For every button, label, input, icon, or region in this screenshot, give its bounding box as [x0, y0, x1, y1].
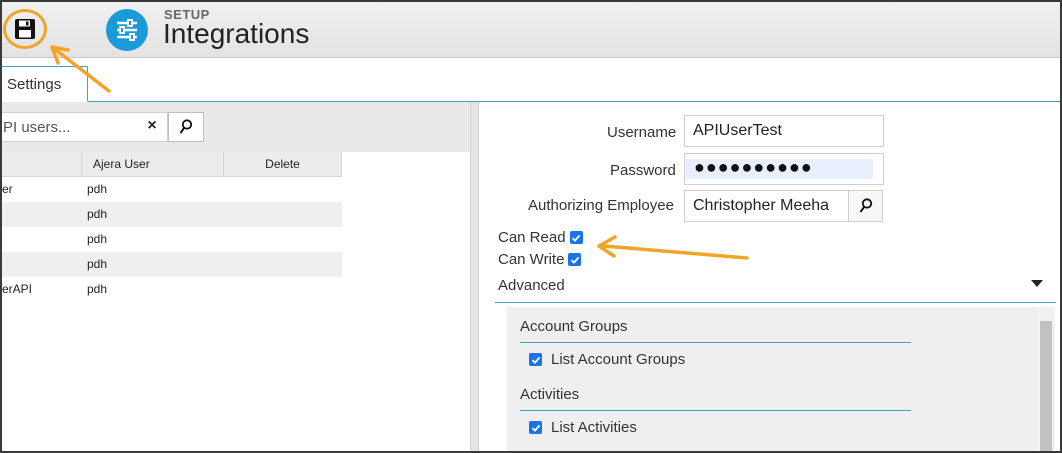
cell-name: er — [2, 182, 13, 196]
column-header-ajera-user[interactable]: Ajera User — [82, 152, 224, 176]
search-toolbar: × — [2, 102, 470, 152]
table-row[interactable]: pdh — [2, 227, 342, 252]
can-write-label: Can Write — [498, 251, 565, 268]
permission-checkbox[interactable] — [529, 421, 542, 434]
table-row[interactable]: pdh — [2, 202, 342, 227]
users-panel: × Ajera User Delete er pdh pdh — [2, 102, 470, 451]
cell-ajera-user: pdh — [87, 257, 108, 271]
caret-down-icon[interactable] — [1031, 280, 1043, 287]
cell-name: erAPI — [2, 282, 33, 296]
search-button[interactable] — [168, 112, 204, 142]
table-row[interactable]: erAPI pdh — [2, 277, 342, 302]
page-title: Integrations — [163, 18, 310, 49]
password-mask: ●●●●●●●●●● — [694, 157, 813, 177]
column-header-name[interactable] — [2, 152, 82, 176]
table-header: Ajera User Delete — [2, 152, 342, 177]
save-button[interactable] — [3, 9, 47, 49]
advanced-toggle[interactable]: Advanced — [498, 277, 565, 294]
can-read-label: Can Read — [498, 229, 566, 246]
permission-label: List Account Groups — [551, 351, 686, 368]
permission-item[interactable]: List Activities — [529, 419, 637, 436]
tab-bar: Settings — [2, 58, 1060, 102]
can-write-checkbox[interactable] — [568, 253, 582, 266]
checkmark-icon — [570, 256, 580, 264]
cell-delete[interactable] — [224, 277, 342, 302]
divider — [520, 342, 911, 343]
permission-checkbox[interactable] — [529, 353, 542, 366]
cell-name — [2, 252, 82, 277]
permission-label: List Activities — [551, 419, 637, 436]
cell-name — [2, 202, 82, 227]
cell-delete[interactable] — [224, 252, 342, 277]
group-title: Account Groups — [520, 318, 628, 335]
cell-delete[interactable] — [224, 202, 342, 227]
panel-splitter[interactable] — [470, 102, 479, 451]
cell-delete[interactable] — [224, 177, 342, 202]
employee-field[interactable] — [684, 190, 849, 222]
cell-ajera-user: pdh — [87, 232, 108, 246]
checkmark-icon — [531, 424, 540, 432]
sliders-icon — [106, 9, 148, 51]
table-row[interactable]: pdh — [2, 252, 342, 277]
search-icon — [859, 198, 872, 213]
column-header-delete[interactable]: Delete — [224, 152, 342, 176]
can-write-row: Can Write — [498, 251, 582, 268]
cell-ajera-user: pdh — [87, 182, 108, 196]
table-row[interactable]: er pdh — [2, 177, 342, 202]
permission-item[interactable]: List Account Groups — [529, 351, 685, 368]
floppy-disk-icon — [15, 19, 35, 39]
divider — [495, 302, 1056, 303]
app-window: SETUP Integrations Settings × Ajera User… — [0, 0, 1062, 453]
search-icon — [179, 119, 193, 134]
username-label: Username — [607, 124, 677, 141]
employee-label: Authorizing Employee — [528, 197, 674, 214]
page-header: SETUP Integrations — [2, 2, 1060, 58]
employee-lookup-button[interactable] — [848, 190, 883, 222]
tab-settings[interactable]: Settings — [2, 66, 88, 102]
users-table: Ajera User Delete er pdh pdh pdh pdh erA… — [2, 152, 342, 302]
clear-search-button[interactable]: × — [142, 115, 162, 137]
can-read-checkbox[interactable] — [569, 231, 583, 244]
user-detail-panel: Username Password ●●●●●●●●●● Authorizing… — [479, 102, 1060, 451]
can-read-row: Can Read — [498, 229, 583, 246]
scrollbar-thumb[interactable] — [1040, 321, 1052, 451]
checkmark-icon — [571, 234, 581, 242]
divider — [520, 410, 911, 411]
advanced-permissions-list: Account Groups List Account Groups Activ… — [507, 307, 1037, 451]
group-title: Activities — [520, 386, 580, 403]
checkmark-icon — [531, 356, 540, 364]
cell-ajera-user: pdh — [87, 282, 108, 296]
password-label: Password — [610, 162, 676, 179]
cell-ajera-user: pdh — [87, 207, 108, 221]
cell-delete[interactable] — [224, 227, 342, 252]
scrollbar[interactable] — [1037, 307, 1055, 451]
username-field[interactable] — [684, 115, 884, 147]
cell-name — [2, 227, 82, 252]
